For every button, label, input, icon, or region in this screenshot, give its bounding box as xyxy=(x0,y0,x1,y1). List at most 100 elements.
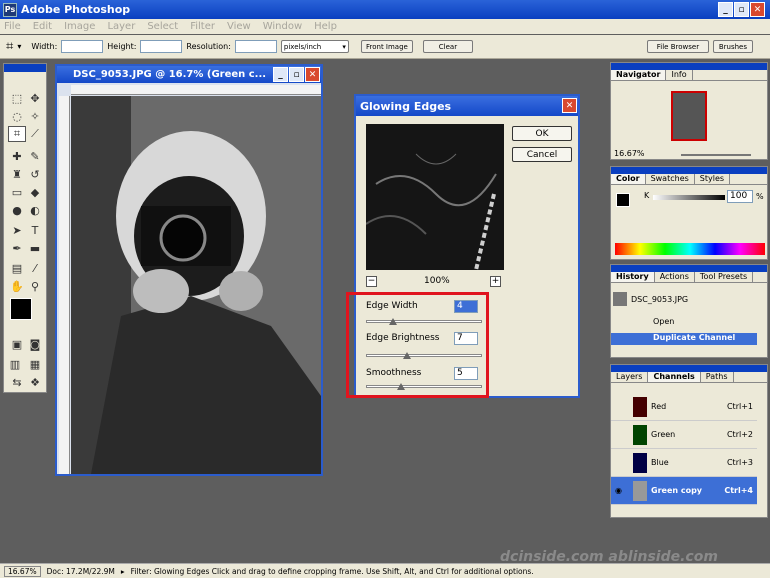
status-zoom[interactable]: 16.67% xyxy=(4,565,41,577)
menu-layer[interactable]: Layer xyxy=(107,21,135,32)
tab-tool-presets[interactable]: Tool Presets xyxy=(695,272,754,282)
width-input[interactable] xyxy=(61,40,104,53)
move-tool-icon[interactable]: ✥ xyxy=(26,90,44,106)
doc-restore-button[interactable]: ▫ xyxy=(289,67,304,82)
menu-filter[interactable]: Filter xyxy=(190,21,215,32)
brush-tool-icon[interactable]: ✎ xyxy=(26,148,44,164)
status-arrow-icon[interactable]: ▸ xyxy=(121,567,125,576)
magic-wand-icon[interactable]: ✧ xyxy=(26,108,44,124)
tab-history[interactable]: History xyxy=(611,272,655,282)
zoom-in-icon[interactable]: + xyxy=(490,276,501,287)
shape-tool-icon[interactable]: ▬ xyxy=(26,240,44,256)
tab-channels[interactable]: Channels xyxy=(648,372,701,382)
tab-color[interactable]: Color xyxy=(611,174,646,184)
k-slider[interactable] xyxy=(653,195,725,200)
menu-image[interactable]: Image xyxy=(64,21,95,32)
history-panel: History Actions Tool Presets DSC_9053.JPG … xyxy=(610,264,768,358)
dodge-tool-icon[interactable]: ◐ xyxy=(26,202,44,218)
channel-thumbnail xyxy=(633,396,647,417)
color-foreground-swatch[interactable] xyxy=(616,193,630,207)
front-image-button[interactable]: Front Image xyxy=(360,40,413,53)
jump-to-imageready-icon[interactable]: ⇆ xyxy=(8,374,26,390)
tab-styles[interactable]: Styles xyxy=(695,174,731,184)
crop-tool-icon[interactable]: ⌗ xyxy=(8,126,26,142)
close-button[interactable]: ✕ xyxy=(750,2,765,17)
status-bar: 16.67% Doc: 17.2M/22.9M ▸ Filter: Glowin… xyxy=(0,563,770,578)
channel-row-red[interactable]: Red Ctrl+1 xyxy=(611,393,757,421)
history-brush-icon[interactable]: ↺ xyxy=(26,166,44,182)
status-message: Filter: Glowing Edges Click and drag to … xyxy=(130,566,534,576)
path-select-icon[interactable]: ➤ xyxy=(8,222,26,238)
channel-thumbnail xyxy=(633,480,647,501)
percent-label: % xyxy=(756,192,764,201)
blur-tool-icon[interactable]: ● xyxy=(8,202,26,218)
menu-edit[interactable]: Edit xyxy=(33,21,52,32)
bucket-tool-icon[interactable]: ◆ xyxy=(26,184,44,200)
ok-button[interactable]: OK xyxy=(512,126,572,141)
tab-actions[interactable]: Actions xyxy=(655,272,695,282)
tab-swatches[interactable]: Swatches xyxy=(646,174,695,184)
doc-close-button[interactable]: ✕ xyxy=(305,67,320,82)
channel-row-blue[interactable]: Blue Ctrl+3 xyxy=(611,449,757,477)
screen-mode-icon[interactable]: ▥ xyxy=(6,356,24,372)
history-snapshot[interactable]: DSC_9053.JPG xyxy=(613,289,688,309)
options-bar: ⌗ ▾ Width: Height: Resolution: pixels/inc… xyxy=(0,35,770,59)
menu-window[interactable]: Window xyxy=(263,21,302,32)
dialog-titlebar[interactable]: Glowing Edges xyxy=(356,96,578,116)
standard-mode-icon[interactable]: ▣ xyxy=(8,336,26,352)
doc-minimize-button[interactable]: _ xyxy=(273,67,288,82)
photoshop-logo-icon: Ps xyxy=(3,2,17,17)
stamp-tool-icon[interactable]: ♜ xyxy=(8,166,26,182)
history-item-duplicate-channel[interactable]: Duplicate Channel xyxy=(611,333,757,345)
menu-view[interactable]: View xyxy=(227,21,251,32)
menu-help[interactable]: Help xyxy=(314,21,337,32)
navigator-zoom[interactable]: 16.67% xyxy=(614,149,645,158)
cancel-button[interactable]: Cancel xyxy=(512,147,572,162)
marquee-tool-icon[interactable]: ⬚ xyxy=(8,90,26,106)
pen-tool-icon[interactable]: ✒ xyxy=(8,240,26,256)
navigator-thumbnail[interactable] xyxy=(671,91,707,141)
healing-brush-icon[interactable]: ✚ xyxy=(8,148,26,164)
zoom-tool-icon[interactable]: ⚲ xyxy=(26,278,44,294)
screen-mode-full-icon[interactable]: ▦ xyxy=(26,356,44,372)
units-select[interactable]: pixels/inch ▾ xyxy=(280,40,349,53)
foreground-color-swatch[interactable] xyxy=(10,298,32,320)
document-canvas[interactable] xyxy=(71,96,321,474)
file-browser-tab[interactable]: File Browser xyxy=(646,40,709,53)
tab-info[interactable]: Info xyxy=(666,70,693,80)
document-title: DSC_9053.JPG @ 16.7% (Green c... xyxy=(73,69,267,80)
dialog-close-button[interactable]: ✕ xyxy=(562,98,577,113)
eraser-tool-icon[interactable]: ▭ xyxy=(8,184,26,200)
eyedropper-icon[interactable]: ⁄ xyxy=(26,260,44,276)
tab-layers[interactable]: Layers xyxy=(611,372,649,382)
clear-button[interactable]: Clear xyxy=(422,40,473,53)
vertical-ruler xyxy=(59,96,70,474)
restore-button[interactable]: ▫ xyxy=(734,2,749,17)
slice-tool-icon[interactable]: ⟋ xyxy=(26,126,44,142)
quickmask-mode-icon[interactable]: ◙ xyxy=(26,336,44,352)
notes-tool-icon[interactable]: ▤ xyxy=(8,260,26,276)
filter-preview[interactable] xyxy=(365,124,504,271)
minimize-button[interactable]: _ xyxy=(718,2,733,17)
tab-paths[interactable]: Paths xyxy=(701,372,734,382)
type-tool-icon[interactable]: T xyxy=(26,222,44,238)
zoom-out-icon[interactable]: − xyxy=(366,276,377,287)
tab-navigator[interactable]: Navigator xyxy=(611,70,667,80)
resolution-input[interactable] xyxy=(234,40,277,53)
menu-file[interactable]: File xyxy=(4,21,21,32)
imageready-icon[interactable]: ❖ xyxy=(26,374,44,390)
channel-thumbnail xyxy=(633,424,647,445)
history-item-open[interactable]: Open xyxy=(611,317,757,331)
hand-tool-icon[interactable]: ✋ xyxy=(8,278,26,294)
navigator-zoom-slider[interactable] xyxy=(681,154,751,156)
crop-tool-icon[interactable]: ⌗ xyxy=(6,39,13,54)
height-input[interactable] xyxy=(140,40,183,53)
k-input[interactable]: 100 xyxy=(727,190,753,203)
color-ramp[interactable] xyxy=(615,243,765,255)
menu-select[interactable]: Select xyxy=(147,21,178,32)
channel-row-green-copy[interactable]: ◉ Green copy Ctrl+4 xyxy=(611,477,757,505)
lasso-tool-icon[interactable]: ◌ xyxy=(8,108,26,124)
channel-row-green[interactable]: Green Ctrl+2 xyxy=(611,421,757,449)
navigator-panel: Navigator Info 16.67% xyxy=(610,62,768,160)
brushes-tab[interactable]: Brushes xyxy=(712,40,753,53)
